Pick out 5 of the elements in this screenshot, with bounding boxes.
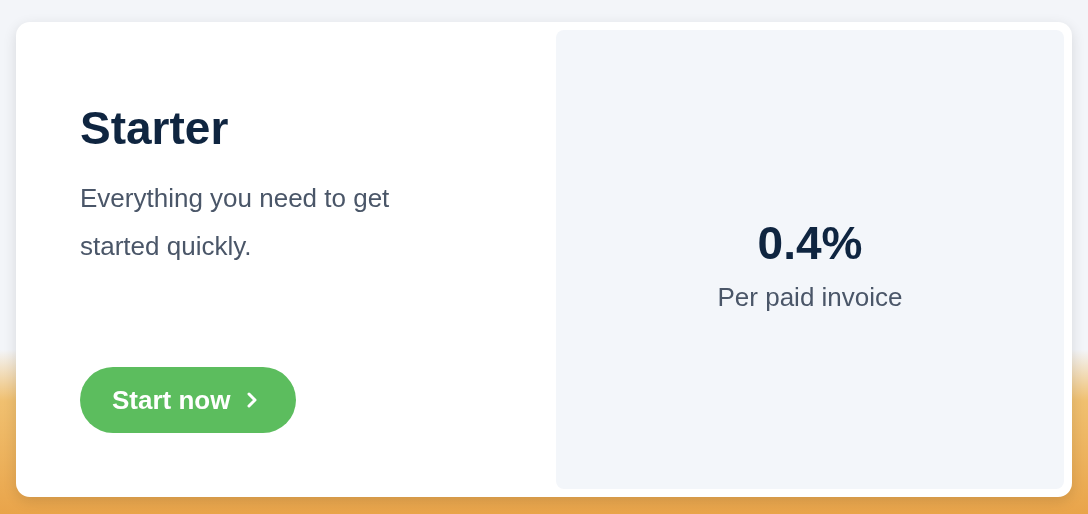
plan-title: Starter (80, 101, 230, 156)
rate-caption: Per paid invoice (717, 280, 903, 314)
plan-description: Everything you need to get started quickly. (80, 182, 391, 263)
start-now-button[interactable]: Start now (80, 367, 297, 433)
rate-value: 0.4% (757, 215, 863, 271)
